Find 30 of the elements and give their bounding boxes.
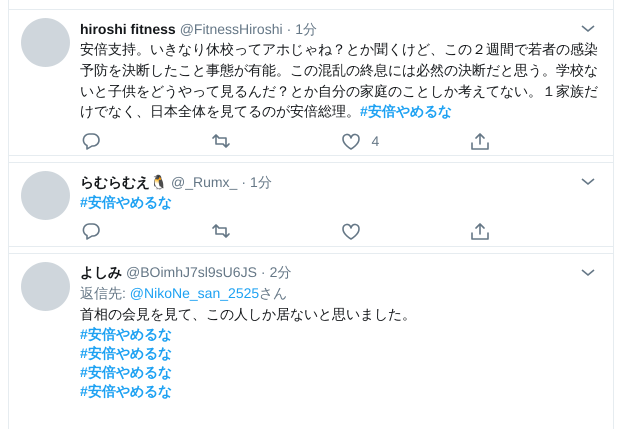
tweet-text: 安倍支持。いきなり休校ってアホじゃね？とか聞くけど、この２週間で若者の感染予防を決断したこと事態が有能。この混乱の終息には必然の決断だと思う。学校ないと子供をどうやって見るんだ？とか自分の家庭のことしか考えてない。１家族だけでなく、日本全体を見てるのが安倍総理。#安倍やめるな (80, 40, 599, 122)
separator-dot: · (260, 263, 266, 282)
hashtag-link[interactable]: #安倍やめるな (80, 192, 599, 213)
hashtag-link[interactable]: #安倍やめるな (80, 344, 599, 363)
user-handle: @_Rumx_ (171, 172, 238, 192)
display-name[interactable]: よしみ (80, 262, 122, 282)
heart-icon[interactable] (340, 130, 362, 152)
display-name[interactable]: hiroshi fitness (80, 18, 176, 38)
hashtag-link[interactable]: #安倍やめるな (360, 103, 452, 120)
hashtag-link[interactable]: #安倍やめるな (80, 324, 599, 344)
user-handle: @FitnessHiroshi (180, 20, 283, 38)
share-icon[interactable] (469, 221, 492, 242)
like-count: 4 (372, 132, 380, 151)
user-handle: @BOimhJ7sl9sU6JS (126, 263, 257, 282)
reply-suffix: さん (259, 284, 288, 301)
share-icon[interactable] (469, 130, 492, 152)
mention-link[interactable]: @NikoNe_san_2525 (130, 284, 260, 301)
hashtag-link[interactable]: #安倍やめるな (80, 362, 599, 382)
tweet-text: 首相の会見を見て、この人しか居ないと思いました。 (80, 304, 417, 324)
separator-dot: · (286, 20, 292, 38)
tweet-time[interactable]: 2分 (270, 262, 292, 282)
reply-icon[interactable] (80, 221, 102, 242)
tweet-time[interactable]: 1分 (250, 172, 272, 192)
hashtag-link[interactable]: #安倍やめるな (80, 382, 599, 401)
separator-dot: · (241, 172, 246, 192)
reply-icon[interactable] (80, 130, 102, 152)
display-name[interactable]: らむらむえ🐧 (80, 172, 167, 192)
reply-label: 返信先: (80, 284, 127, 301)
heart-icon[interactable] (340, 221, 362, 242)
tweet-time[interactable]: 1分 (295, 18, 318, 38)
